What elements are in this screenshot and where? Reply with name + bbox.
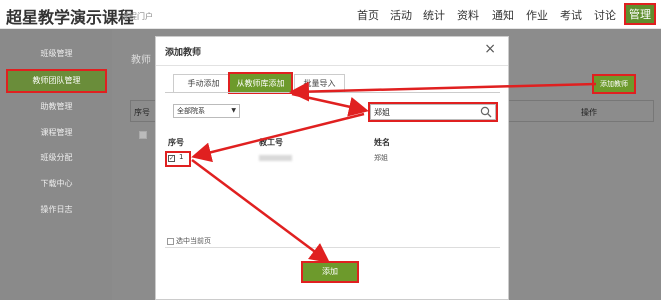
search-input-value: 郑姐 [374,108,390,117]
department-select-value: 全部院系 [177,107,205,115]
column-action: 操作 [581,108,597,117]
select-current-page[interactable]: 选中当前页 [167,236,211,246]
department-select[interactable]: 全部院系 ▼ [173,104,240,118]
footer-divider [165,247,500,248]
column-employee-id: 教工号 [259,138,283,147]
column-index: 序号 [168,138,184,147]
nav-notice[interactable]: 通知 [492,7,514,23]
nav-homework[interactable]: 作业 [526,7,548,23]
teacher-name: 郑姐 [374,154,388,162]
caret-down-icon: ▼ [231,107,236,114]
nav-activity[interactable]: 活动 [390,7,412,23]
divider [156,65,508,66]
tab-divider [165,92,500,93]
nav-resources[interactable]: 资料 [457,7,479,23]
nav-discussion[interactable]: 讨论 [594,7,616,23]
add-teacher-button[interactable]: 添加教师 [592,74,636,94]
tab-manual-add[interactable]: 手动添加 [173,74,234,92]
row-checkbox-checked[interactable]: ✓ [168,155,175,162]
dialog-title: 添加教师 [165,48,202,58]
search-icon[interactable] [480,106,492,118]
sidebar: 班级管理 教师团队管理 助教管理 课程管理 班级分配 下载中心 操作日志 [0,29,112,300]
page-title: 教师 [131,55,151,66]
row-index: 1 [179,153,184,161]
nav-manage[interactable]: 管理 [624,3,656,25]
sidebar-item-assistant[interactable]: 助教管理 [8,97,105,117]
tab-from-library[interactable]: 从教师库添加 [228,72,293,94]
nav-home[interactable]: 首页 [357,7,379,23]
tab-batch-import[interactable]: 批量导入 [294,74,345,92]
column-index: 序号 [134,108,150,117]
search-input[interactable]: 郑姐 [368,102,498,122]
sidebar-item-course[interactable]: 课程管理 [8,123,105,143]
sidebar-item-teacher-team[interactable]: 教师团队管理 [6,69,107,93]
sidebar-item-class[interactable]: 班级管理 [8,44,105,64]
employee-id-redacted [259,155,292,161]
sidebar-item-class-assign[interactable]: 班级分配 [8,148,105,168]
confirm-add-button[interactable]: 添加 [301,261,359,283]
column-name: 姓名 [374,138,390,147]
nav-exam[interactable]: 考试 [560,7,582,23]
close-icon[interactable]: × [484,41,496,57]
course-title: 超星教学演示课程 [6,8,135,27]
top-header: 超星教学演示课程 课程门户 首页 活动 统计 资料 通知 作业 考试 讨论 管理 [0,0,661,29]
row-checkbox[interactable] [139,131,147,139]
select-page-checkbox[interactable] [167,237,174,245]
select-page-label: 选中当前页 [176,237,211,245]
table-row[interactable]: ✓ 1 [165,151,191,167]
sidebar-item-download[interactable]: 下载中心 [8,174,105,194]
add-teacher-dialog: 添加教师 × 手动添加 从教师库添加 批量导入 全部院系 ▼ 郑姐 序号 教工号… [155,36,509,300]
nav-statistics[interactable]: 统计 [423,7,445,23]
course-portal-link[interactable]: 课程门户 [121,11,153,22]
sidebar-item-log[interactable]: 操作日志 [8,200,105,220]
